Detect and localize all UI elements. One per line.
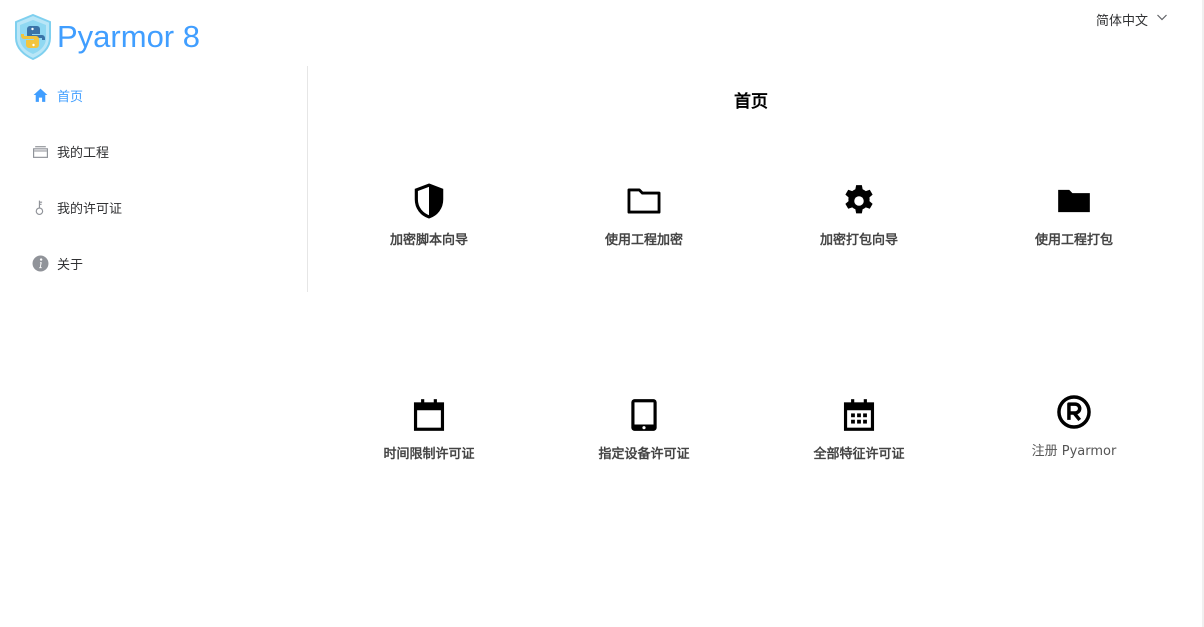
- card-label: 指定设备许可证: [598, 447, 690, 462]
- calendar-icon: [409, 395, 449, 435]
- folder-filled-icon: [1054, 181, 1094, 221]
- card-full-feature-license[interactable]: 全部特征许可证: [764, 395, 954, 485]
- chevron-down-icon: [1156, 11, 1168, 27]
- sidebar-item-label: 首页: [57, 89, 84, 105]
- card-label: 注册 Pyarmor: [1031, 444, 1117, 459]
- card-label: 使用工程加密: [604, 233, 683, 248]
- card-encrypt-script-wizard[interactable]: 加密脚本向导: [334, 181, 524, 271]
- sidebar-item-my-licenses[interactable]: 我的许可证: [0, 179, 307, 235]
- tablet-icon: [624, 395, 664, 435]
- card-label: 全部特征许可证: [813, 447, 905, 462]
- card-register-pyarmor[interactable]: 注册 Pyarmor: [979, 392, 1169, 482]
- key-icon: [31, 198, 49, 216]
- calendar-grid-icon: [839, 395, 879, 435]
- card-package-with-project[interactable]: 使用工程打包: [979, 181, 1169, 271]
- sidebar-item-about[interactable]: 关于: [0, 235, 307, 291]
- sidebar-item-home[interactable]: 首页: [0, 67, 307, 123]
- sidebar-item-label: 我的工程: [57, 145, 110, 161]
- card-label: 加密脚本向导: [389, 233, 468, 248]
- card-label: 时间限制许可证: [383, 447, 475, 462]
- card-label: 加密打包向导: [819, 233, 898, 248]
- sidebar-menu: 首页 我的工程 我的许可证 关于: [0, 66, 308, 292]
- language-select-value: 简体中文: [1096, 13, 1149, 29]
- page-title: 首页: [734, 92, 768, 112]
- language-select[interactable]: 简体中文: [1096, 9, 1168, 29]
- shield-icon: [409, 181, 449, 221]
- gear-icon: [839, 181, 879, 221]
- card-time-limited-license[interactable]: 时间限制许可证: [334, 395, 524, 485]
- sidebar-item-my-projects[interactable]: 我的工程: [0, 123, 307, 179]
- card-encrypt-with-project[interactable]: 使用工程加密: [549, 181, 739, 271]
- app-title: Pyarmor 8: [57, 19, 200, 54]
- box-icon: [31, 142, 49, 160]
- sidebar-item-label: 我的许可证: [57, 201, 123, 217]
- registered-icon: [1054, 392, 1094, 432]
- card-device-license[interactable]: 指定设备许可证: [549, 395, 739, 485]
- folder-outline-icon: [624, 181, 664, 221]
- card-label: 使用工程打包: [1034, 233, 1113, 248]
- sidebar-item-label: 关于: [57, 257, 84, 273]
- home-icon: [31, 86, 49, 104]
- info-icon: [31, 254, 49, 272]
- pyarmor-logo-icon: [14, 13, 52, 61]
- card-encrypt-package-wizard[interactable]: 加密打包向导: [764, 181, 954, 271]
